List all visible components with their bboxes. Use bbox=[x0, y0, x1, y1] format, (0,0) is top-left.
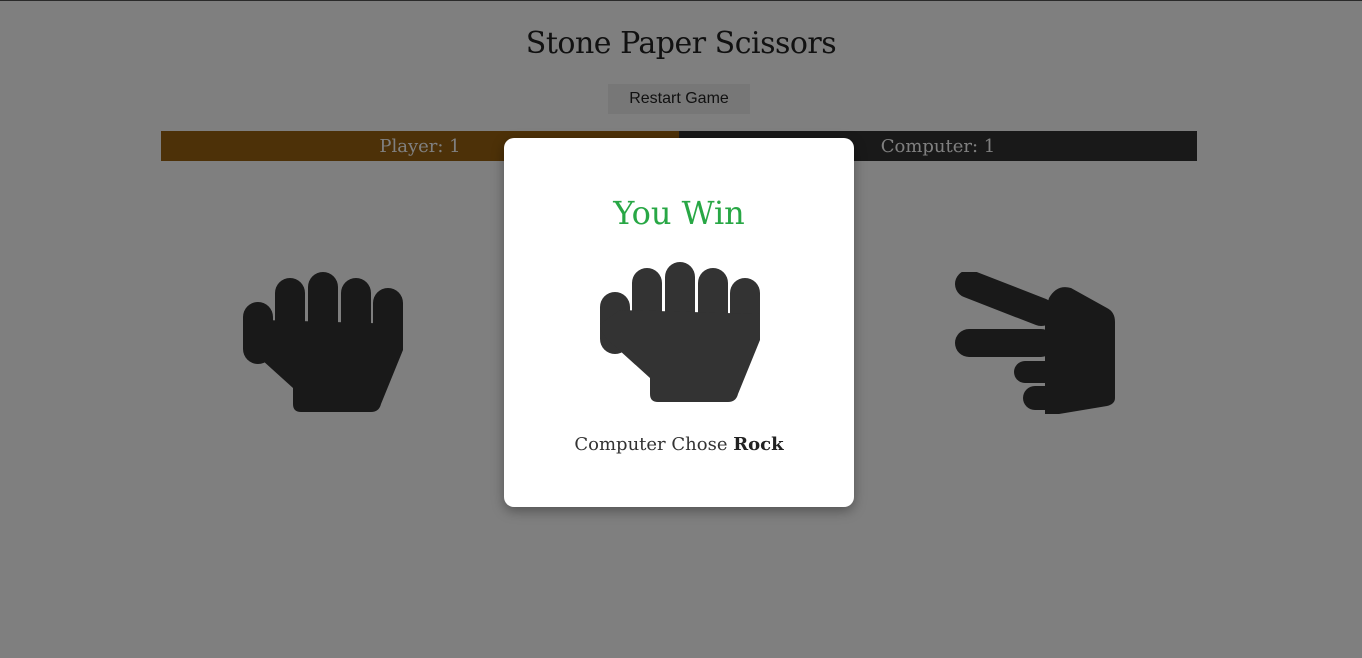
computer-chose-value: Rock bbox=[733, 434, 784, 455]
computer-chose-prefix: Computer Chose bbox=[574, 434, 728, 455]
game-screen: Stone Paper Scissors Restart Game Player… bbox=[0, 0, 1362, 658]
computer-chose-rock-icon bbox=[598, 262, 762, 408]
computer-chose-text: Computer Chose Rock bbox=[504, 434, 854, 455]
result-modal: You Win Computer Chose Rock bbox=[504, 138, 854, 507]
result-heading: You Win bbox=[613, 194, 745, 232]
